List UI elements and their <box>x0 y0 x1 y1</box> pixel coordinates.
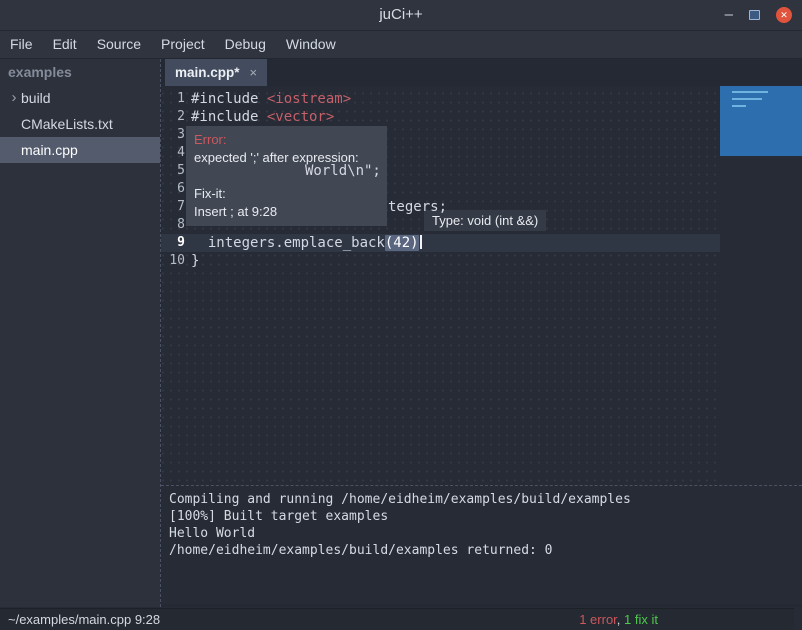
editor-line-1[interactable]: 1#include <iostream> <box>161 90 720 108</box>
code-segment: <iostream> <box>267 91 351 107</box>
minimap-code-line <box>732 98 762 100</box>
editor-line-10[interactable]: 10} <box>161 252 720 270</box>
code-text: } <box>191 252 199 270</box>
code-segment: } <box>191 253 199 269</box>
code-segment: #include <box>191 109 267 125</box>
window-controls: – ✕ <box>725 0 792 30</box>
title-bar[interactable]: juCi++ – ✕ <box>0 0 802 31</box>
minimap-code-line <box>732 91 768 93</box>
code-segment: #include <box>191 91 267 107</box>
editor-column: main.cpp* × 1#include <iostream>2#includ… <box>160 59 802 607</box>
line-number: 1 <box>161 90 191 108</box>
file-label: build <box>21 85 51 111</box>
code-segment: integers.emplace_back <box>191 235 385 251</box>
terminal-line: [100%] Built target examples <box>169 508 802 525</box>
terminal-line: /home/eidheim/examples/build/examples re… <box>169 542 802 559</box>
minimap-code-line <box>732 105 746 107</box>
tab-label: main.cpp* <box>175 65 240 80</box>
status-separator: , <box>617 612 624 627</box>
code-text: integers.emplace_back(42) <box>191 234 422 252</box>
restore-icon[interactable] <box>749 10 760 20</box>
menu-item-window[interactable]: Window <box>276 31 346 58</box>
main-area: examples ›buildCMakeLists.txtmain.cpp ma… <box>0 59 802 607</box>
terminal-line: Compiling and running /home/eidheim/exam… <box>169 491 802 508</box>
code-text: World\n"; <box>305 162 381 180</box>
code-segment: (42) <box>385 235 419 251</box>
file-label: main.cpp <box>21 137 78 163</box>
status-bar: ~/examples/main.cpp 9:28 1 error, 1 fix … <box>0 608 794 630</box>
minimize-icon[interactable]: – <box>725 0 733 30</box>
sidebar-item-cmakelists-txt[interactable]: CMakeLists.txt <box>0 111 160 137</box>
code-segment: World\n"; <box>305 163 381 179</box>
terminal-line: Hello World <box>169 525 802 542</box>
file-tree: ›buildCMakeLists.txtmain.cpp <box>0 85 160 163</box>
menu-item-debug[interactable]: Debug <box>215 31 276 58</box>
tooltip-fixit-title: Fix-it: <box>194 185 379 203</box>
close-icon[interactable]: ✕ <box>776 7 792 23</box>
chevron-right-icon: › <box>7 85 21 111</box>
project-root-label: examples <box>0 59 160 85</box>
editor-line-2[interactable]: 2#include <vector> <box>161 108 720 126</box>
minimap-viewport[interactable] <box>720 86 802 156</box>
file-tree-panel: examples ›buildCMakeLists.txtmain.cpp <box>0 59 160 607</box>
app-window: juCi++ – ✕ FileEditSourceProjectDebugWin… <box>0 0 802 630</box>
code-editor[interactable]: 1#include <iostream>2#include <vector>34… <box>161 86 802 485</box>
line-number: 9 <box>161 234 191 252</box>
editor-line-9[interactable]: 9 integers.emplace_back(42) <box>161 234 720 252</box>
status-location: ~/examples/main.cpp 9:28 <box>8 612 160 627</box>
tooltip-error-title: Error: <box>194 131 379 149</box>
minimap[interactable] <box>720 86 802 485</box>
code-text: tegers; <box>388 198 447 216</box>
status-fixit-count: 1 fix it <box>624 612 658 627</box>
tab-close-icon[interactable]: × <box>250 65 258 80</box>
status-error-count: 1 error <box>579 612 617 627</box>
menu-item-edit[interactable]: Edit <box>43 31 87 58</box>
menu-item-file[interactable]: File <box>0 31 43 58</box>
menu-bar: FileEditSourceProjectDebugWindow <box>0 31 802 59</box>
line-number: 10 <box>161 252 191 270</box>
file-label: CMakeLists.txt <box>21 111 113 137</box>
terminal-panel[interactable]: Compiling and running /home/eidheim/exam… <box>161 485 802 604</box>
line-number: 2 <box>161 108 191 126</box>
menu-item-source[interactable]: Source <box>87 31 151 58</box>
status-diagnostics: 1 error, 1 fix it <box>579 612 658 627</box>
code-segment: <vector> <box>267 109 334 125</box>
menu-item-project[interactable]: Project <box>151 31 215 58</box>
sidebar-item-build[interactable]: ›build <box>0 85 160 111</box>
tab-main-cpp[interactable]: main.cpp* × <box>165 59 267 86</box>
terminal-output: Compiling and running /home/eidheim/exam… <box>169 491 802 559</box>
tooltip-fixit-message: Insert ; at 9:28 <box>194 203 379 221</box>
text-cursor <box>420 235 422 249</box>
code-segment: tegers; <box>388 199 447 215</box>
code-text: #include <vector> <box>191 108 334 126</box>
code-text: #include <iostream> <box>191 90 351 108</box>
tab-bar: main.cpp* × <box>161 59 802 86</box>
window-title: juCi++ <box>0 0 802 30</box>
sidebar-item-main-cpp[interactable]: main.cpp <box>0 137 160 163</box>
